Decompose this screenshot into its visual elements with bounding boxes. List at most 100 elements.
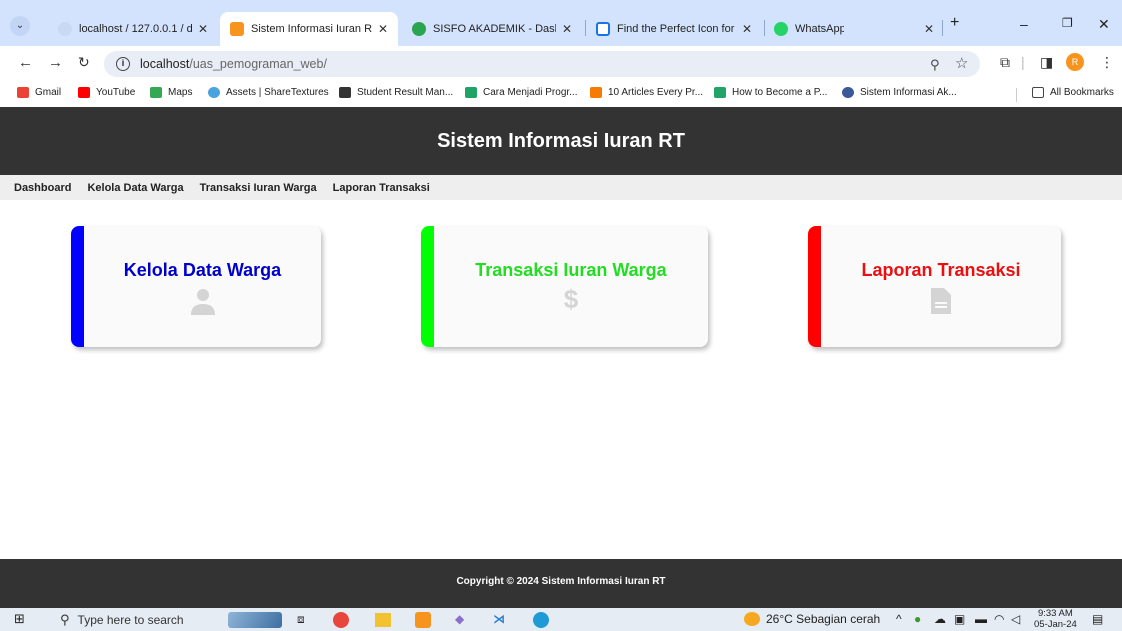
bookmark-label: Assets | ShareTextures: [226, 87, 329, 98]
task-view-icon[interactable]: ⧈: [297, 612, 305, 627]
card-transaksi-iuran-warga[interactable]: Transaksi Iuran Warga $: [421, 226, 708, 347]
all-bookmarks[interactable]: All Bookmarks: [1032, 87, 1114, 98]
bookmarks-divider: [1016, 88, 1017, 102]
file-icon: [821, 288, 1061, 319]
tab-label: Find the Perfect Icon for You: [617, 23, 736, 35]
tab-label: SISFO AKADEMIK - Dashboa: [433, 23, 556, 35]
flag-icon: [596, 22, 610, 36]
tray-display-icon[interactable]: ▣: [954, 612, 965, 626]
bookmark-how-to-become[interactable]: How to Become a P...: [714, 87, 827, 98]
zoom-icon[interactable]: ⚲: [930, 57, 940, 73]
clock-date: 05-Jan-24: [1034, 619, 1077, 630]
volume-icon[interactable]: ◁: [1011, 612, 1020, 626]
site-title: Sistem Informasi Iuran RT: [437, 129, 685, 152]
loading-icon: [58, 22, 72, 36]
back-icon[interactable]: ←: [18, 54, 33, 71]
student-icon: [339, 87, 351, 98]
address-bar-row: ← → ↻ i localhost/uas_pemograman_web/ ⚲ …: [0, 46, 1122, 80]
toolbar-divider: |: [1021, 54, 1025, 70]
edge-icon[interactable]: [533, 612, 549, 628]
battery-icon[interactable]: ▬: [975, 612, 987, 626]
bookmark-10-articles[interactable]: 10 Articles Every Pr...: [590, 87, 703, 98]
clock[interactable]: 9:33 AM 05-Jan-24: [1034, 608, 1077, 630]
card-laporan-transaksi[interactable]: Laporan Transaksi: [808, 226, 1061, 347]
bookmark-maps[interactable]: Maps: [150, 87, 192, 98]
close-icon[interactable]: ✕: [742, 22, 752, 36]
minimize-button[interactable]: –: [1020, 16, 1028, 32]
window-close-button[interactable]: ✕: [1098, 16, 1110, 33]
user-icon: [84, 288, 321, 321]
bookmark-label: YouTube: [96, 87, 136, 98]
wifi-icon[interactable]: ◠: [994, 612, 1004, 626]
bookmark-label: Cara Menjadi Progr...: [483, 87, 578, 98]
bookmark-star-icon[interactable]: ☆: [955, 54, 968, 72]
bookmark-cara-menjadi[interactable]: Cara Menjadi Progr...: [465, 87, 578, 98]
tab-find-icon[interactable]: Find the Perfect Icon for You ✕: [586, 12, 762, 46]
bookmarks-bar: Gmail YouTube Maps Assets | ShareTexture…: [0, 80, 1122, 106]
nav-transaksi-iuran-warga[interactable]: Transaksi Iuran Warga: [200, 182, 317, 194]
vscode-icon[interactable]: ⋊: [493, 612, 505, 626]
browser-tab-strip: ⌄ localhost / 127.0.0.1 / db_ka ✕ Sistem…: [0, 0, 1122, 46]
extensions-icon[interactable]: ⧉: [1000, 54, 1010, 71]
bookmark-label: Maps: [168, 87, 193, 98]
nav-laporan-transaksi[interactable]: Laporan Transaksi: [333, 182, 430, 194]
side-panel-icon[interactable]: ◨: [1040, 54, 1053, 71]
windows-taskbar: ⊞ ⚲ Type here to search ⧈ ◆ ⋊ 26°C Sebag…: [0, 608, 1122, 631]
tab-search-button[interactable]: ⌄: [10, 16, 30, 36]
tab-whatsapp[interactable]: WhatsApp ✕: [764, 12, 944, 46]
maps-icon: [150, 87, 162, 98]
bookmark-label: 10 Articles Every Pr...: [608, 87, 704, 98]
bookmark-sistem-informasi-ak[interactable]: Sistem Informasi Ak...: [842, 87, 957, 98]
restore-button[interactable]: ❐: [1062, 16, 1073, 30]
file-explorer-icon[interactable]: [375, 613, 391, 627]
forward-icon[interactable]: →: [48, 54, 63, 71]
reload-icon[interactable]: ↻: [78, 54, 90, 71]
tray-app-icon[interactable]: ●: [914, 612, 921, 626]
university-icon: [842, 87, 854, 98]
gmail-icon: [17, 87, 29, 98]
search-icon: ⚲: [60, 611, 70, 627]
bookmark-youtube[interactable]: YouTube: [78, 87, 135, 98]
footer-copyright: Copyright © 2024 Sistem Informasi Iuran …: [456, 576, 666, 587]
git-icon[interactable]: ◆: [455, 612, 464, 626]
blogger-icon: [590, 87, 602, 98]
search-highlight-image: [228, 612, 282, 628]
tab-sistem-informasi[interactable]: Sistem Informasi Iuran RT ✕: [220, 12, 398, 46]
menu-icon[interactable]: ⋮: [1100, 54, 1114, 71]
dicoding-icon: [465, 87, 477, 98]
url-path: /uas_pemograman_web/: [189, 57, 327, 71]
tab-label: Sistem Informasi Iuran RT: [251, 23, 372, 35]
close-icon[interactable]: ✕: [562, 22, 572, 36]
close-icon[interactable]: ✕: [378, 22, 388, 36]
notifications-icon[interactable]: ▤: [1092, 612, 1103, 626]
windows-start-icon[interactable]: ⊞: [14, 611, 25, 627]
close-icon[interactable]: ✕: [924, 22, 934, 36]
close-icon[interactable]: ✕: [198, 22, 208, 36]
xampp-icon[interactable]: [415, 612, 431, 628]
bookmark-label: All Bookmarks: [1050, 87, 1114, 98]
bookmark-sharetextures[interactable]: Assets | ShareTextures: [208, 87, 329, 98]
weather-text[interactable]: 26°C Sebagian cerah: [766, 612, 880, 626]
url-bar[interactable]: i localhost/uas_pemograman_web/: [104, 51, 980, 77]
web-page: Sistem Informasi Iuran RT Dashboard Kelo…: [0, 107, 1122, 587]
site-info-icon[interactable]: i: [116, 57, 130, 71]
chevron-up-icon[interactable]: ^: [896, 612, 902, 626]
profile-avatar[interactable]: R: [1066, 53, 1084, 71]
clock-time: 9:33 AM: [1037, 608, 1073, 619]
nav-dashboard[interactable]: Dashboard: [14, 182, 71, 194]
bookmark-label: Gmail: [35, 87, 62, 98]
dicoding-icon: [714, 87, 726, 98]
card-accent: [808, 226, 821, 347]
bookmark-student-result[interactable]: Student Result Man...: [339, 87, 453, 98]
card-kelola-data-warga[interactable]: Kelola Data Warga: [71, 226, 321, 347]
taskbar-search[interactable]: ⚲ Type here to search: [48, 608, 238, 631]
bookmark-gmail[interactable]: Gmail: [17, 87, 61, 98]
tab-phpmyadmin[interactable]: localhost / 127.0.0.1 / db_ka ✕: [48, 12, 218, 46]
card-title: Kelola Data Warga: [123, 260, 282, 280]
new-tab-button[interactable]: +: [950, 14, 959, 32]
tray-cloud-icon[interactable]: ☁: [934, 612, 946, 626]
dollar-icon: $: [563, 284, 579, 314]
nav-kelola-data-warga[interactable]: Kelola Data Warga: [87, 182, 183, 194]
tab-sisfo-akademik[interactable]: SISFO AKADEMIK - Dashboa ✕: [402, 12, 582, 46]
chrome-icon[interactable]: [333, 612, 349, 628]
